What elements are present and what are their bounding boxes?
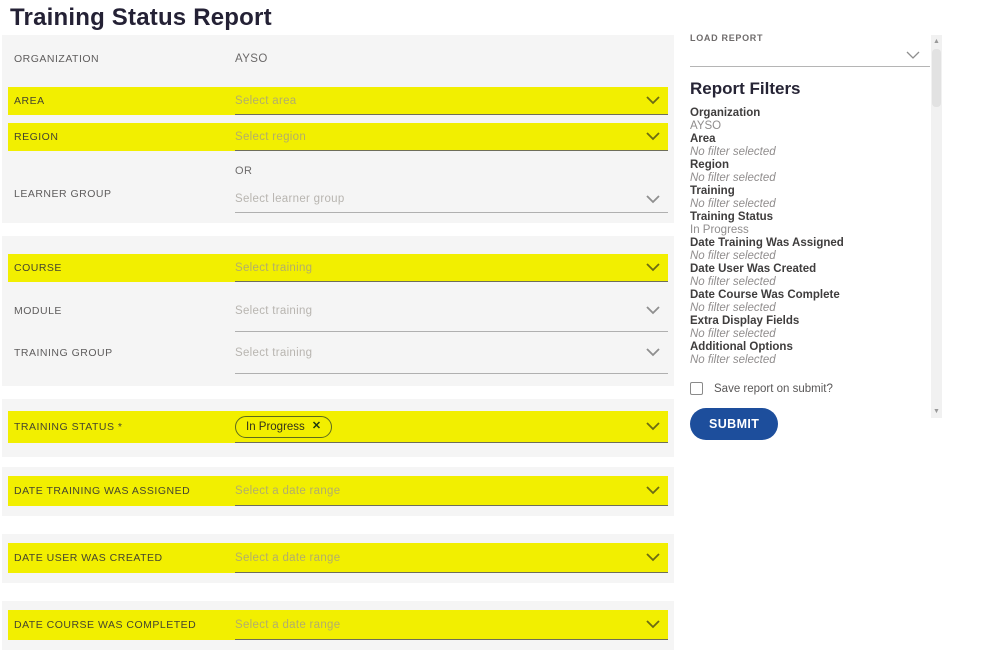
course-label: COURSE: [8, 262, 235, 274]
area-placeholder: Select area: [235, 95, 296, 107]
area-select[interactable]: AREA Select area: [8, 87, 668, 115]
date-user-created-select[interactable]: DATE USER WAS CREATED Select a date rang…: [8, 543, 668, 573]
date-training-assigned-label: DATE TRAINING WAS ASSIGNED: [8, 485, 235, 497]
filter-name: Training: [690, 185, 930, 198]
filter-item-extra-display-fields: Extra Display Fields No filter selected: [690, 315, 930, 341]
area-label: AREA: [8, 95, 235, 107]
chevron-down-icon: [646, 132, 660, 141]
panel-scrollbar[interactable]: ▲ ▼: [931, 35, 942, 418]
date-course-completed-select[interactable]: DATE COURSE WAS COMPLETED Select a date …: [8, 610, 668, 640]
learner-group-placeholder: Select learner group: [235, 193, 345, 205]
chevron-down-icon: [646, 486, 660, 495]
filter-value: No filter selected: [690, 146, 930, 159]
save-report-row: Save report on submit?: [690, 382, 930, 395]
filter-item-organization: Organization AYSO: [690, 107, 930, 133]
filter-item-additional-options: Additional Options No filter selected: [690, 341, 930, 367]
chip-remove-icon[interactable]: ✕: [312, 421, 321, 432]
filter-name: Extra Display Fields: [690, 315, 930, 328]
report-filters-panel: LOAD REPORT Report Filters Organization …: [690, 33, 930, 440]
scroll-down-icon[interactable]: ▼: [931, 406, 942, 417]
training-status-chip-label: In Progress: [246, 421, 305, 433]
organization-value: AYSO: [235, 53, 268, 65]
chevron-down-icon: [646, 553, 660, 562]
load-report-label: LOAD REPORT: [690, 33, 930, 43]
filter-name: Date Training Was Assigned: [690, 237, 930, 250]
chevron-down-icon: [646, 348, 660, 357]
chevron-down-icon: [646, 306, 660, 315]
filter-value: No filter selected: [690, 198, 930, 211]
filter-item-region: Region No filter selected: [690, 159, 930, 185]
save-report-label: Save report on submit?: [714, 383, 833, 395]
date-course-completed-label: DATE COURSE WAS COMPLETED: [8, 619, 235, 631]
region-select[interactable]: REGION Select region: [8, 123, 668, 151]
chevron-down-icon: [646, 620, 660, 629]
filter-value: No filter selected: [690, 276, 930, 289]
filter-value: In Progress: [690, 224, 930, 237]
organization-row: ORGANIZATION AYSO: [8, 39, 668, 79]
filter-item-area: Area No filter selected: [690, 133, 930, 159]
form-card-location: ORGANIZATION AYSO AREA Select area REGIO…: [2, 35, 674, 223]
module-select[interactable]: MODULE Select training: [8, 290, 668, 332]
date-course-completed-placeholder: Select a date range: [235, 619, 340, 631]
filter-name: Date User Was Created: [690, 263, 930, 276]
learner-group-label: LEARNER GROUP: [8, 188, 235, 213]
load-report-select[interactable]: [690, 43, 930, 67]
filter-value: No filter selected: [690, 302, 930, 315]
learner-group-select[interactable]: Select learner group: [235, 186, 668, 213]
date-user-created-placeholder: Select a date range: [235, 552, 340, 564]
training-group-placeholder: Select training: [235, 347, 312, 359]
region-label: REGION: [8, 131, 235, 143]
date-training-assigned-placeholder: Select a date range: [235, 485, 340, 497]
training-group-label: TRAINING GROUP: [8, 347, 235, 359]
training-status-select[interactable]: TRAINING STATUS * In Progress ✕: [8, 411, 668, 443]
filter-item-date-training-assigned: Date Training Was Assigned No filter sel…: [690, 237, 930, 263]
organization-label: ORGANIZATION: [8, 53, 235, 65]
filter-item-date-course-complete: Date Course Was Complete No filter selec…: [690, 289, 930, 315]
module-label: MODULE: [8, 305, 235, 317]
form-card-training: COURSE Select training MODULE Select tra…: [2, 236, 674, 386]
filters-title: Report Filters: [690, 79, 930, 99]
scroll-up-icon[interactable]: ▲: [931, 36, 942, 47]
scrollbar-thumb[interactable]: [932, 49, 941, 107]
filter-name: Region: [690, 159, 930, 172]
filter-value: No filter selected: [690, 354, 930, 367]
filter-name: Area: [690, 133, 930, 146]
training-status-chip[interactable]: In Progress ✕: [235, 416, 332, 438]
chevron-down-icon: [646, 195, 660, 204]
course-placeholder: Select training: [235, 262, 312, 274]
course-select[interactable]: COURSE Select training: [8, 254, 668, 282]
date-training-assigned-select[interactable]: DATE TRAINING WAS ASSIGNED Select a date…: [8, 476, 668, 506]
training-status-label: TRAINING STATUS *: [8, 421, 235, 433]
submit-button[interactable]: SUBMIT: [690, 408, 778, 440]
filter-name: Date Course Was Complete: [690, 289, 930, 302]
chevron-down-icon: [646, 422, 660, 431]
chevron-down-icon: [646, 263, 660, 272]
filter-item-training: Training No filter selected: [690, 185, 930, 211]
training-group-select[interactable]: TRAINING GROUP Select training: [8, 332, 668, 374]
learner-group-row: LEARNER GROUP OR Select learner group: [8, 159, 668, 213]
region-placeholder: Select region: [235, 131, 306, 143]
form-card-date-completed: DATE COURSE WAS COMPLETED Select a date …: [2, 601, 674, 650]
filter-value: No filter selected: [690, 328, 930, 341]
page-title: Training Status Report: [10, 4, 272, 32]
save-report-checkbox[interactable]: [690, 382, 703, 395]
filter-name: Additional Options: [690, 341, 930, 354]
filter-value: No filter selected: [690, 172, 930, 185]
chevron-down-icon: [646, 96, 660, 105]
filter-item-training-status: Training Status In Progress: [690, 211, 930, 237]
filter-item-date-user-created: Date User Was Created No filter selected: [690, 263, 930, 289]
filter-name: Training Status: [690, 211, 930, 224]
report-form: ORGANIZATION AYSO AREA Select area REGIO…: [2, 35, 674, 650]
chevron-down-icon: [906, 51, 920, 60]
or-separator-text: OR: [235, 165, 668, 177]
form-card-date-assigned: DATE TRAINING WAS ASSIGNED Select a date…: [2, 467, 674, 516]
filter-name: Organization: [690, 107, 930, 120]
form-card-date-user-created: DATE USER WAS CREATED Select a date rang…: [2, 534, 674, 583]
filter-value: No filter selected: [690, 250, 930, 263]
module-placeholder: Select training: [235, 305, 312, 317]
filter-value: AYSO: [690, 120, 930, 133]
date-user-created-label: DATE USER WAS CREATED: [8, 552, 235, 564]
form-card-training-status: TRAINING STATUS * In Progress ✕: [2, 399, 674, 457]
